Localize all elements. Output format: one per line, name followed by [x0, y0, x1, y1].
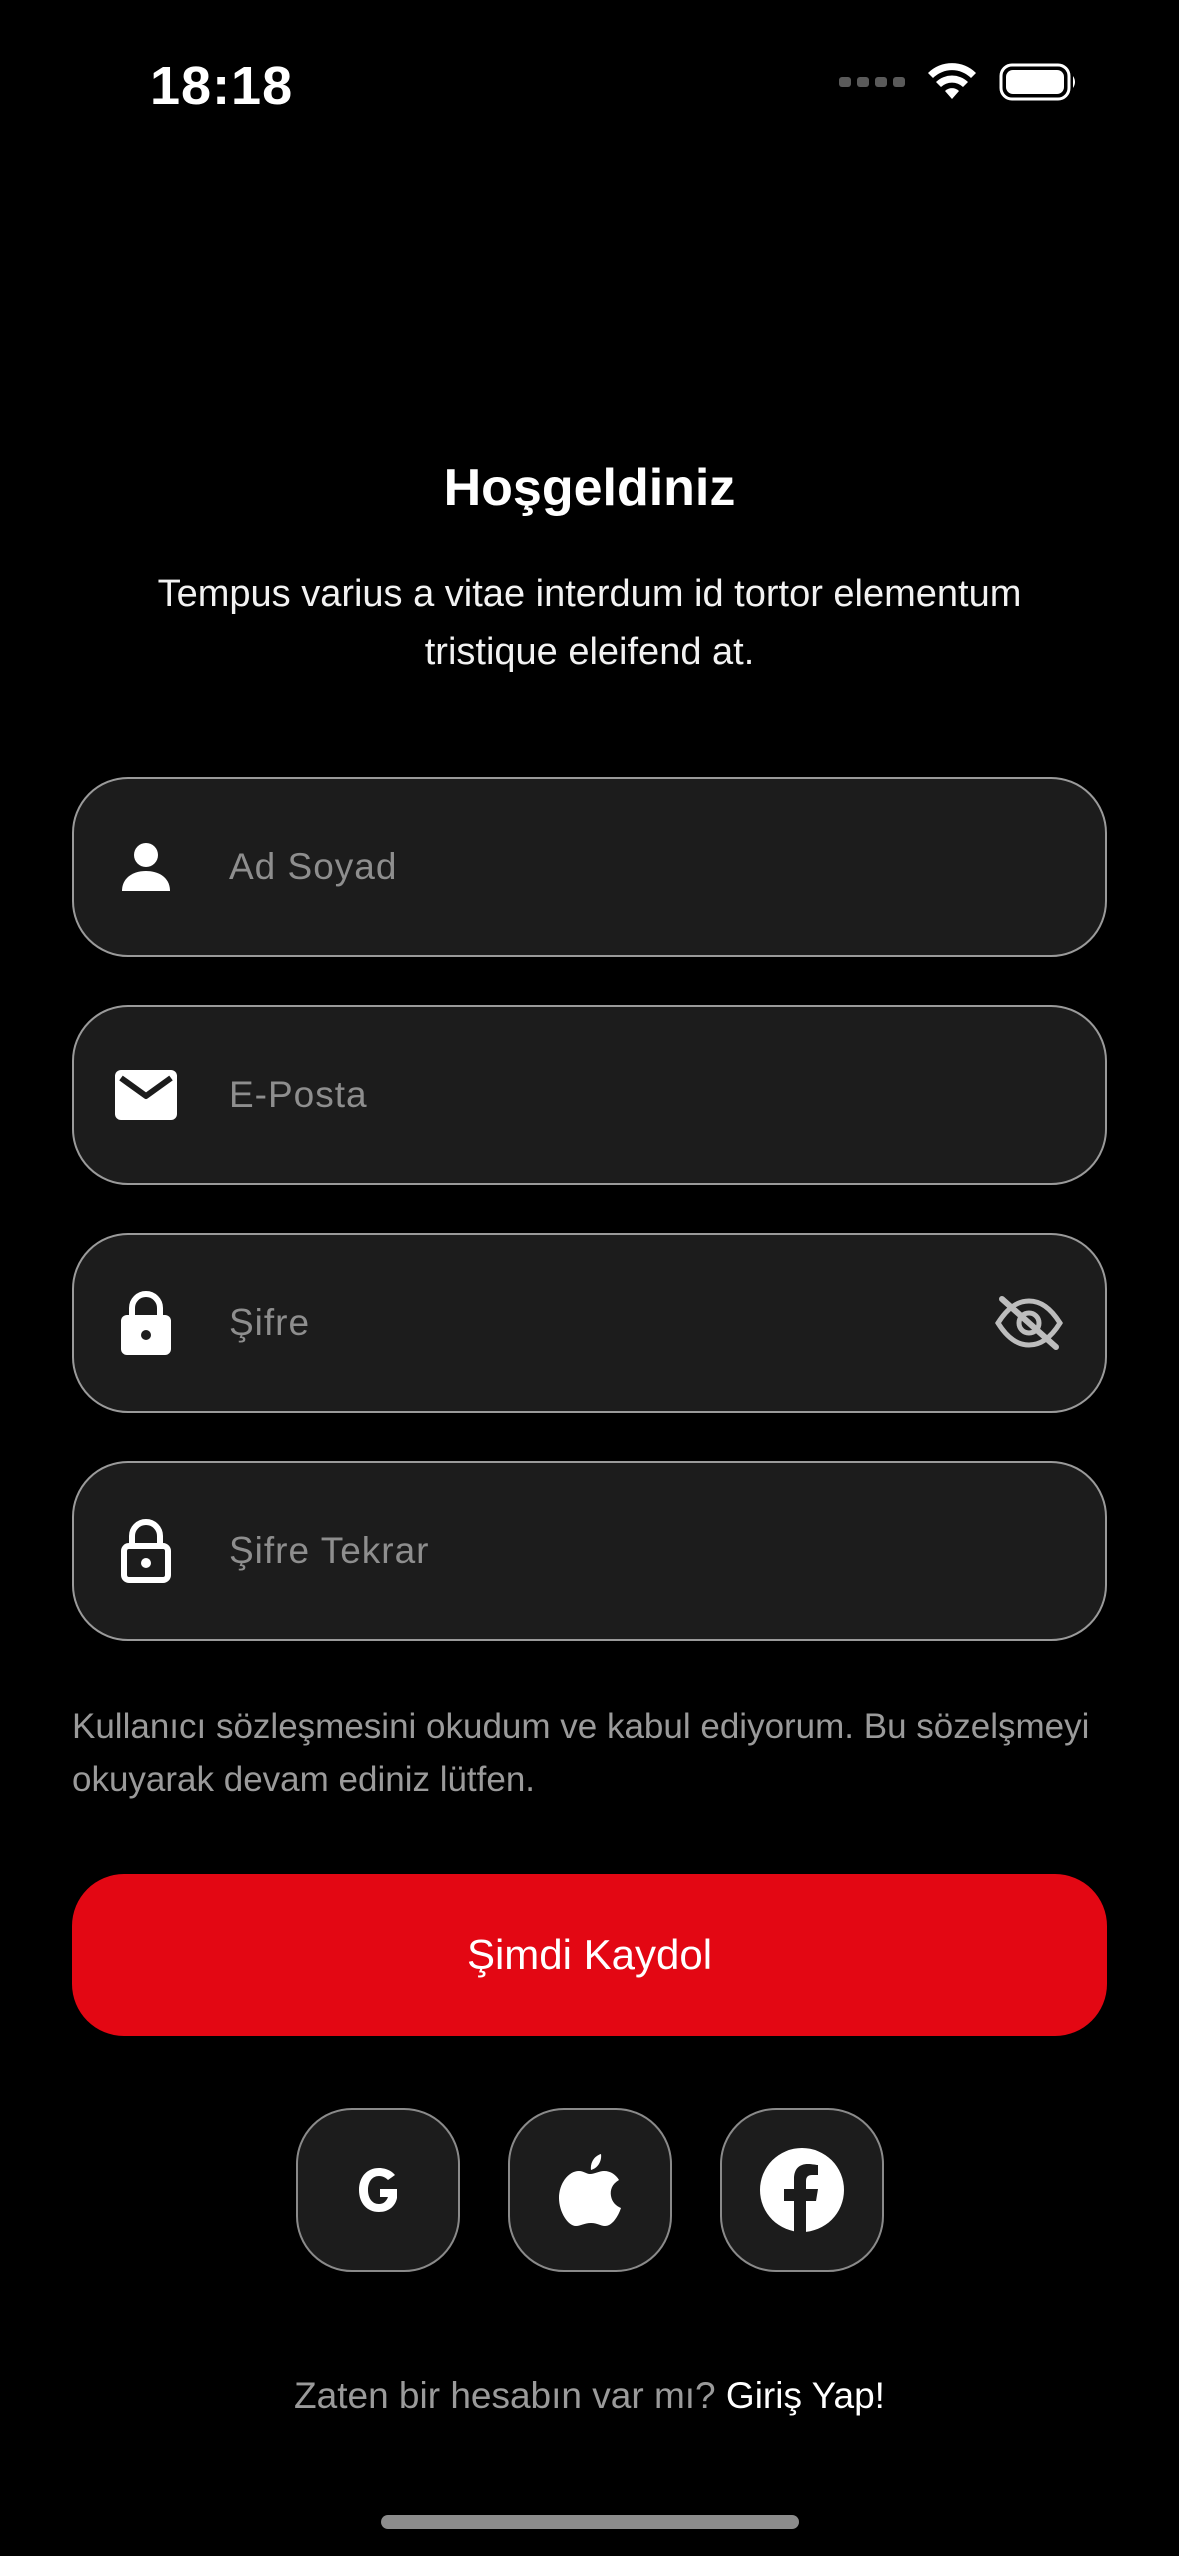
login-prompt: Zaten bir hesabın var mı? Giriş Yap!	[0, 2375, 1179, 2417]
password-confirm-field[interactable]	[72, 1461, 1107, 1641]
signup-screen: 18:18 Hoşgeldiniz Tempus varius a vitae …	[0, 0, 1179, 2556]
battery-icon	[999, 63, 1075, 101]
google-login-button[interactable]	[295, 2108, 460, 2272]
cellular-signal-icon	[839, 77, 905, 87]
google-icon	[358, 2168, 397, 2212]
social-login-row	[0, 2108, 1179, 2272]
page-subtitle: Tempus varius a vitae interdum id tortor…	[157, 573, 1022, 673]
person-icon	[114, 835, 178, 899]
password-confirm-input[interactable]	[229, 1463, 975, 1639]
lock-icon	[114, 1291, 178, 1355]
facebook-icon	[759, 2148, 844, 2233]
name-input[interactable]	[229, 779, 975, 955]
email-input[interactable]	[229, 1007, 975, 1183]
apple-icon	[558, 2154, 621, 2226]
page-title: Hoşgeldiniz	[443, 459, 736, 517]
terms-text[interactable]: Kullanıcı sözleşmesini okudum ve kabul e…	[72, 1700, 1107, 1806]
home-indicator[interactable]	[381, 2515, 799, 2529]
mail-icon	[114, 1063, 178, 1127]
facebook-login-button[interactable]	[719, 2108, 884, 2272]
login-prompt-text: Zaten bir hesabın var mı?	[294, 2375, 716, 2416]
wifi-icon	[928, 63, 976, 99]
email-field[interactable]	[72, 1005, 1107, 1185]
apple-login-button[interactable]	[507, 2108, 672, 2272]
eye-off-icon[interactable]	[989, 1283, 1069, 1363]
password-input[interactable]	[229, 1235, 975, 1411]
login-link[interactable]: Giriş Yap!	[726, 2375, 885, 2416]
status-indicators	[839, 62, 1079, 102]
name-field[interactable]	[72, 777, 1107, 957]
password-field[interactable]	[72, 1233, 1107, 1413]
status-time: 18:18	[150, 56, 294, 116]
lock-outline-icon	[114, 1519, 178, 1583]
signup-button[interactable]: Şimdi Kaydol	[72, 1874, 1107, 2036]
